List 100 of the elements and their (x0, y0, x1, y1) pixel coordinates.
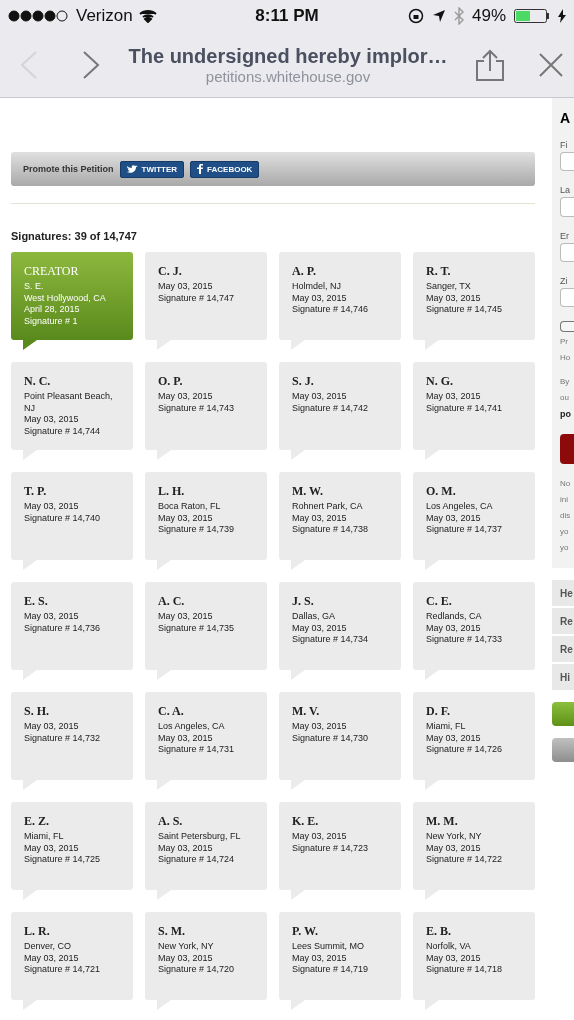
checkbox[interactable] (560, 321, 574, 332)
card-text: May 03, 2015 (292, 831, 348, 843)
signer-initials: N. C. (24, 374, 52, 389)
card-text: Signature # 14,736 (24, 622, 102, 634)
card-text: Signature # 1 (24, 315, 79, 327)
input-field[interactable] (560, 242, 574, 262)
card-text: Signature # 14,747 (158, 292, 236, 304)
card-text: May 03, 2015 (426, 842, 482, 854)
card-text: May 03, 2015 (426, 512, 482, 524)
clock-time: 8:11 PM (255, 6, 319, 26)
card-text: Holmdel, NJ (292, 281, 342, 293)
input-field[interactable] (560, 152, 574, 172)
card-text: Signature # 14,740 (24, 512, 102, 524)
card-text: May 03, 2015 (158, 281, 214, 293)
card-text: Saint Petersburg, FL (158, 831, 242, 843)
card-tail-icon (23, 340, 37, 350)
card-text: Norfolk, VA (426, 941, 472, 953)
card-text: April 28, 2015 (24, 304, 81, 316)
signer-initials: L. R. (24, 924, 51, 939)
signature-count: Signatures: 39 of 14,747 (11, 230, 138, 242)
location-icon (431, 9, 446, 23)
card-text: May 03, 2015 (426, 391, 482, 403)
card-text: Los Angeles, CA (426, 501, 494, 513)
signer-initials: A. S. (158, 814, 184, 829)
card-text: May 03, 2015 (158, 512, 214, 524)
field-label: Zi (560, 275, 569, 286)
signer-initials: A. C. (158, 594, 186, 609)
card-text: May 03, 2015 (158, 732, 214, 744)
card-text: May 03, 2015 (24, 501, 80, 513)
sidebar-link[interactable]: Re (552, 636, 574, 662)
sidebar-link[interactable]: Re (552, 608, 574, 634)
card-text: Signature # 14,718 (426, 964, 504, 976)
share-button[interactable]: FACEBOOK (190, 160, 260, 178)
card-text: Point Pleasant Beach, NJ (24, 391, 114, 414)
f-icon (197, 164, 204, 174)
card-text: Signature # 14,730 (292, 732, 370, 744)
card-text: May 03, 2015 (158, 842, 214, 854)
signer-initials: M. W. (292, 484, 324, 499)
card-text: May 03, 2015 (158, 391, 214, 403)
signer-initials: K. E. (292, 814, 320, 829)
input-field[interactable] (560, 197, 574, 217)
signer-initials: E. S. (24, 594, 49, 609)
card-text: May 03, 2015 (292, 292, 348, 304)
note-text: Pr (560, 335, 569, 348)
card-text: Signature # 14,720 (158, 964, 236, 976)
input-field[interactable] (560, 287, 574, 308)
card-text: Boca Raton, FL (158, 501, 222, 513)
card-text: May 03, 2015 (24, 952, 80, 964)
signal-icon (8, 10, 70, 22)
terms-text: By (560, 376, 571, 389)
card-text: May 03, 2015 (292, 721, 348, 733)
card-text: May 03, 2015 (426, 952, 482, 964)
signer-initials: O. M. (426, 484, 457, 499)
card-text: New York, NY (426, 831, 483, 843)
card-text: Signature # 14,732 (24, 732, 102, 744)
card-text: Signature # 14,746 (292, 304, 370, 316)
card-text: May 03, 2015 (24, 414, 80, 426)
disclaimer-text: yo (560, 526, 570, 538)
wifi-icon (138, 9, 157, 23)
card-text: Signature # 14,737 (426, 524, 504, 536)
card-text: Signature # 14,724 (158, 854, 236, 866)
card-text: Lees Summit, MO (292, 941, 366, 953)
battery-percent: 49% (471, 6, 506, 26)
rotation-lock-icon (407, 8, 424, 24)
policy-link[interactable]: po (560, 406, 574, 423)
signer-initials: P. W. (292, 924, 319, 939)
signer-initials: N. G. (426, 374, 454, 389)
card-text: May 03, 2015 (292, 952, 348, 964)
primary-button[interactable] (552, 702, 574, 726)
signer-initials: O. P. (158, 374, 184, 389)
card-text: May 03, 2015 (24, 842, 80, 854)
card-text: New York, NY (158, 941, 215, 953)
card-text: Miami, FL (24, 831, 65, 843)
field-label: Er (560, 230, 570, 241)
close-icon[interactable] (538, 51, 564, 78)
terms-text: ou (560, 392, 570, 405)
card-text: Signature # 14,725 (24, 854, 102, 866)
carrier-name: Verizon (76, 6, 133, 26)
sign-button[interactable] (560, 434, 574, 464)
card-text: Miami, FL (426, 721, 467, 733)
signer-initials: M. V. (292, 704, 321, 719)
card-text: S. E. (24, 281, 45, 293)
card-text: West Hollywood, CA (24, 292, 107, 304)
card-text: Signature # 14,721 (24, 964, 102, 976)
field-label: La (560, 185, 571, 196)
field-label: Fi (560, 140, 569, 150)
card-text: Rohnert Park, CA (292, 501, 364, 513)
signer-initials: M. M. (426, 814, 459, 829)
card-text: Signature # 14,738 (292, 524, 370, 536)
share-icon[interactable] (474, 48, 506, 81)
sidebar-link[interactable]: He (552, 580, 574, 606)
share-button[interactable]: TWITTER (119, 160, 185, 178)
sidebar-link[interactable]: Hi (552, 664, 574, 690)
card-text: May 03, 2015 (292, 391, 348, 403)
card-text: May 03, 2015 (158, 611, 214, 623)
secondary-button[interactable] (552, 738, 574, 762)
signer-initials: T. P. (24, 484, 48, 499)
signer-initials: S. H. (24, 704, 50, 719)
card-text: Signature # 14,741 (426, 402, 504, 414)
disclaimer-text: yo (560, 542, 570, 554)
